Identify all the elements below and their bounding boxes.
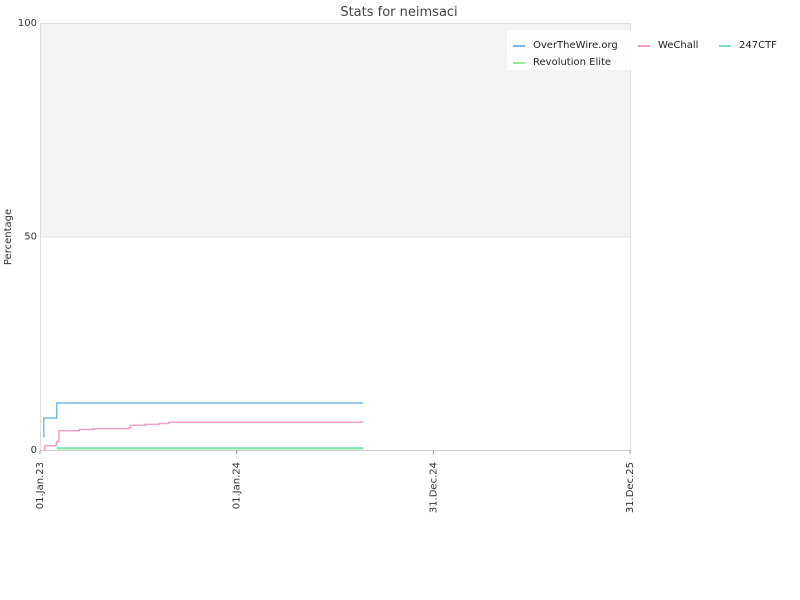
x-ticks: 01.Jan.23 01.Jan.24 31.Dec.24 31.Dec.25 bbox=[35, 450, 636, 513]
y-tick-label: 100 bbox=[18, 18, 37, 29]
legend: OverTheWire.org WeChall 247CTF Revolution E… bbox=[507, 30, 787, 70]
y-tick-label: 0 bbox=[31, 445, 37, 456]
y-axis-label: Percentage bbox=[3, 209, 14, 265]
legend-label: OverTheWire.org bbox=[533, 40, 618, 51]
series-line-wechall bbox=[43, 421, 364, 451]
chart: Stats for neimsaci 050100 01.Jan.23 01.Ja… bbox=[3, 5, 787, 513]
series-line-overthewire-org bbox=[43, 402, 364, 438]
y-ticks: 0 50 100 bbox=[18, 18, 37, 456]
y-tick-label: 50 bbox=[24, 232, 37, 243]
chart-title: Stats for neimsaci bbox=[340, 5, 457, 20]
legend-label: Revolution Elite bbox=[533, 57, 611, 68]
legend-label: WeChall bbox=[658, 40, 698, 51]
x-tick-label: 01.Jan.23 bbox=[35, 462, 46, 509]
legend-label: 247CTF bbox=[739, 40, 777, 51]
series-layer bbox=[43, 402, 364, 451]
x-tick-label: 31.Dec.25 bbox=[625, 462, 636, 513]
x-tick-label: 01.Jan.24 bbox=[232, 462, 243, 509]
x-tick-label: 31.Dec.24 bbox=[428, 462, 439, 513]
